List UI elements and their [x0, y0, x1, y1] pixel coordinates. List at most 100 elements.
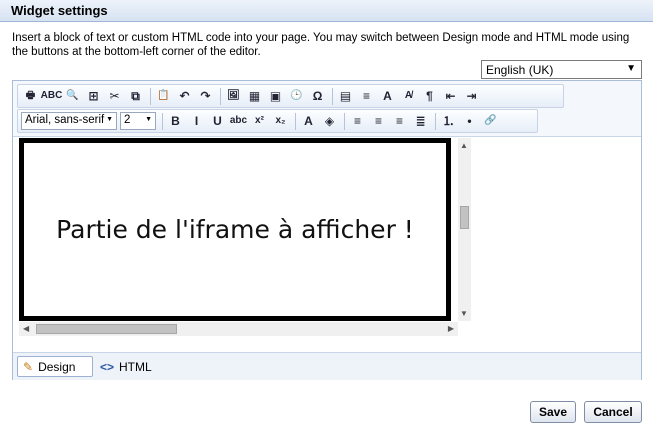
special-char-icon[interactable]: Ω [308, 87, 327, 106]
outdent-glyph: ⇤ [445, 89, 456, 103]
redo-icon[interactable]: ↷ [196, 87, 215, 106]
font-family-select[interactable]: Arial, sans-serif ▼ [21, 112, 117, 130]
align-right-icon[interactable]: ≡ [390, 112, 409, 131]
align-center-icon[interactable]: ≡ [369, 112, 388, 131]
dialog-title: Widget settings [0, 0, 653, 22]
design-mode-button[interactable]: ✎ Design [17, 356, 93, 377]
clear-format-glyph: A̸ [404, 90, 413, 101]
align-center-glyph: ≡ [374, 114, 382, 128]
horizontal-scroll-thumb[interactable] [36, 324, 177, 334]
clear-format-icon[interactable]: A̸ [399, 87, 418, 106]
toolbar-row-1: 🖶 ABC 🔍 ⊞ ✂ ⧉ 📋 ↶ ↷ 🖼 ▦ ▣ 🕒 Ω ▤ ≡ A A̸ ¶ ⇤ ⇥ [17, 84, 564, 108]
insert-media-icon[interactable]: ▣ [266, 87, 285, 106]
chevron-down-icon: ▼ [626, 63, 636, 74]
subscript-icon[interactable]: x₂ [271, 112, 290, 131]
bold-glyph: B [171, 114, 180, 128]
copy-glyph: ⧉ [131, 89, 140, 103]
find-icon[interactable]: 🔍 [63, 87, 82, 106]
horizontal-scrollbar[interactable]: ◀ ▶ [19, 322, 458, 336]
undo-icon[interactable]: ↶ [175, 87, 194, 106]
html-mode-label: HTML [119, 359, 152, 374]
insert-image-glyph: 🖼 [227, 90, 240, 101]
font-color-icon[interactable]: A [299, 112, 318, 131]
paragraph-glyph: ≡ [362, 89, 370, 103]
toolbar-separator [295, 112, 296, 130]
toolbar-separator [150, 87, 151, 105]
select-all-glyph: ⊞ [88, 89, 99, 103]
dialog-description: Insert a block of text or custom HTML co… [12, 32, 630, 58]
highlight-icon[interactable]: ◈ [320, 112, 339, 131]
justify-icon[interactable]: ≣ [411, 112, 430, 131]
insert-image-icon[interactable]: 🖼 [224, 87, 243, 106]
select-all-icon[interactable]: ⊞ [84, 87, 103, 106]
link-icon[interactable]: 🔗 [481, 112, 500, 131]
bullet-list-icon[interactable]: • [460, 112, 479, 131]
scroll-left-icon[interactable]: ◀ [23, 324, 29, 333]
pencil-icon: ✎ [23, 359, 34, 374]
code-icon: <> [100, 359, 115, 374]
highlight-glyph: ◈ [324, 114, 335, 128]
toolbar-separator [220, 87, 221, 105]
cancel-button[interactable]: Cancel [584, 401, 642, 423]
align-left-glyph: ≡ [353, 114, 361, 128]
text-color-glyph: A [383, 89, 392, 103]
insert-date-icon[interactable]: 🕒 [287, 87, 306, 106]
html-mode-button[interactable]: <> HTML [98, 356, 168, 377]
toolbar-row-2: Arial, sans-serif ▼ 2 ▼ B I Uabc x² x₂ A ◈ ≡ ≡ ≡ ≣… [17, 109, 538, 133]
show-marks-glyph: ¶ [426, 89, 433, 103]
justify-glyph: ≣ [415, 114, 426, 128]
table-icon[interactable]: ▤ [336, 87, 355, 106]
scroll-right-icon[interactable]: ▶ [448, 324, 454, 333]
special-char-glyph: Ω [312, 89, 323, 103]
font-size-value: 2 [124, 114, 131, 126]
iframe-preview: Partie de l'iframe à afficher ! [19, 138, 451, 321]
link-glyph: 🔗 [484, 115, 497, 126]
rich-text-editor: 🖶 ABC 🔍 ⊞ ✂ ⧉ 📋 ↶ ↷ 🖼 ▦ ▣ 🕒 Ω ▤ ≡ A A̸ ¶ ⇤ ⇥ Arial, sans-ser… [12, 80, 642, 380]
save-button[interactable]: Save [530, 401, 576, 423]
vertical-scroll-thumb[interactable] [460, 206, 469, 229]
paragraph-icon[interactable]: ≡ [357, 87, 376, 106]
copy-icon[interactable]: ⧉ [126, 87, 145, 106]
language-select-value: English (UK) [486, 63, 554, 77]
font-color-glyph: A [304, 114, 313, 128]
paste-glyph: 📋 [157, 90, 170, 101]
toolbar-separator [344, 112, 345, 130]
text-color-icon[interactable]: A [378, 87, 397, 106]
indent-glyph: ⇥ [466, 89, 477, 103]
outdent-icon[interactable]: ⇤ [441, 87, 460, 106]
find-glyph: 🔍 [66, 90, 79, 101]
language-select[interactable]: English (UK) ▼ [481, 60, 642, 79]
vertical-scrollbar[interactable]: ▲ ▼ [458, 138, 471, 321]
underline-glyph: U [213, 114, 222, 128]
show-marks-icon[interactable]: ¶ [420, 87, 439, 106]
print-glyph: 🖶 [25, 90, 36, 101]
align-left-icon[interactable]: ≡ [348, 112, 367, 131]
editor-toolbar: 🖶 ABC 🔍 ⊞ ✂ ⧉ 📋 ↶ ↷ 🖼 ▦ ▣ 🕒 Ω ▤ ≡ A A̸ ¶ ⇤ ⇥ Arial, sans-ser… [13, 81, 641, 137]
cut-glyph: ✂ [109, 89, 120, 103]
print-icon[interactable]: 🖶 [21, 87, 40, 106]
strikethrough-glyph: abc [229, 115, 248, 126]
spellcheck-icon[interactable]: ABC [41, 87, 63, 106]
chevron-down-icon: ▼ [145, 116, 152, 123]
insert-media-glyph: ▣ [269, 89, 282, 103]
superscript-icon[interactable]: x² [250, 112, 269, 131]
cut-icon[interactable]: ✂ [105, 87, 124, 106]
superscript-glyph: x² [255, 115, 264, 126]
italic-icon[interactable]: I [187, 112, 206, 131]
scroll-down-icon[interactable]: ▼ [460, 309, 468, 318]
paste-icon[interactable]: 📋 [154, 87, 173, 106]
image-gallery-icon[interactable]: ▦ [245, 87, 264, 106]
image-gallery-glyph: ▦ [248, 89, 261, 103]
chevron-down-icon: ▼ [106, 116, 113, 123]
editor-content-area[interactable]: Partie de l'iframe à afficher ! ▲ ▼ ◀ ▶ [18, 138, 471, 337]
ordered-list-icon[interactable]: ⒈ [439, 112, 458, 131]
align-right-glyph: ≡ [395, 114, 403, 128]
font-size-select[interactable]: 2 ▼ [120, 112, 156, 130]
bold-icon[interactable]: B [166, 112, 185, 131]
strikethrough-icon[interactable]: abc [229, 112, 248, 131]
undo-glyph: ↶ [179, 89, 190, 103]
scroll-up-icon[interactable]: ▲ [460, 141, 468, 150]
underline-icon[interactable]: U [208, 112, 227, 131]
indent-icon[interactable]: ⇥ [462, 87, 481, 106]
font-family-value: Arial, sans-serif [25, 114, 105, 126]
